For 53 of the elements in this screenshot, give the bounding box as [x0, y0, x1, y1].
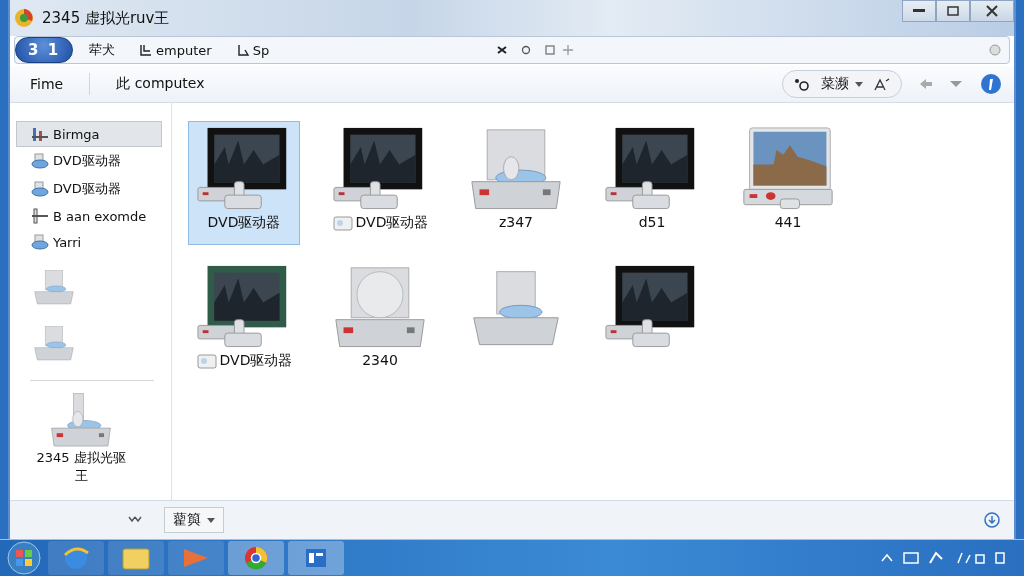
- caret-icon: [855, 81, 863, 87]
- drive-icon: [195, 352, 218, 371]
- sidebar-item[interactable]: DVD驱动器: [16, 175, 162, 203]
- caret-icon: [207, 517, 215, 523]
- file-item[interactable]: DVD驱动器: [188, 259, 300, 383]
- maximize-button[interactable]: [936, 0, 970, 22]
- tab[interactable]: emputer: [131, 42, 220, 58]
- browser-icon[interactable]: [48, 541, 104, 575]
- file-item[interactable]: d51: [596, 121, 708, 245]
- sidebar-item[interactable]: Yarri: [16, 229, 162, 255]
- file-item[interactable]: 441: [732, 121, 844, 245]
- maximize-icon: [947, 6, 959, 16]
- sidebar-item[interactable]: B aan exomde: [16, 203, 162, 229]
- square-icon[interactable]: [545, 45, 555, 55]
- app-logo-icon: [14, 8, 34, 28]
- back-forward-badge[interactable]: 3 1: [15, 37, 74, 63]
- view-menu[interactable]: 菜濒: [817, 75, 867, 93]
- dock-icon: [32, 267, 76, 307]
- help-icon[interactable]: [980, 73, 1002, 95]
- caret-icon[interactable]: [950, 81, 962, 87]
- close-icon: [986, 5, 998, 17]
- window-title: 2345 虚拟光ruv王: [42, 8, 170, 28]
- toolbar-button[interactable]: 此 computex: [110, 73, 211, 95]
- minimize-button[interactable]: [902, 0, 936, 22]
- file-item[interactable]: DVD驱动器: [324, 121, 436, 245]
- sidebar-item[interactable]: Birmga: [16, 121, 162, 147]
- plus-icon[interactable]: [563, 45, 573, 55]
- folder-icon[interactable]: [108, 541, 164, 575]
- double-chevron-icon[interactable]: [128, 516, 142, 524]
- tab[interactable]: 荦犬: [81, 41, 124, 59]
- download-icon[interactable]: [984, 512, 1000, 528]
- drive-icon: [31, 234, 49, 250]
- sidebar-item[interactable]: DVD驱动器: [16, 147, 162, 175]
- tab[interactable]: Sp: [227, 42, 278, 58]
- toolbar-button[interactable]: Fime: [24, 74, 70, 94]
- round-logo-icon[interactable]: [228, 541, 284, 575]
- menu-button[interactable]: 藋籅: [164, 507, 224, 533]
- file-item[interactable]: DVD驱动器: [188, 121, 300, 245]
- file-item[interactable]: 2340: [324, 259, 436, 383]
- drive-icon: [31, 181, 49, 197]
- optical-drive-icon: [49, 391, 113, 449]
- drive-icon: [331, 214, 354, 233]
- bracket-icon: [139, 43, 154, 57]
- start-button[interactable]: [4, 540, 44, 576]
- minimize-icon: [913, 9, 925, 13]
- letter-a-icon[interactable]: [873, 77, 891, 91]
- bar-chart-icon: [31, 126, 49, 142]
- window-app-icon[interactable]: [288, 541, 344, 575]
- drive-icon: [31, 153, 49, 169]
- corner-icon: [235, 43, 250, 57]
- device-label: 2345 虚拟光驱王: [35, 448, 127, 485]
- file-item[interactable]: z347: [460, 121, 572, 245]
- close-button[interactable]: [970, 0, 1014, 22]
